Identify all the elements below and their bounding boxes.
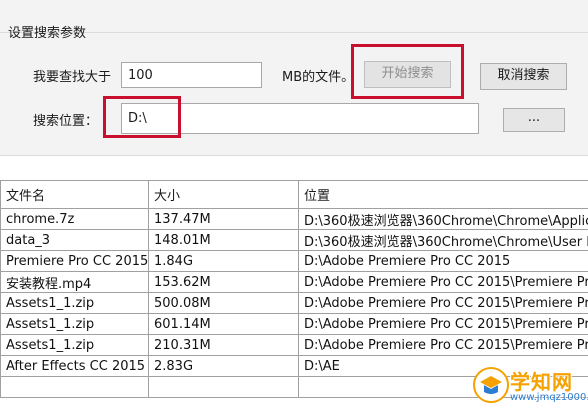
table-row[interactable]: Assets1_1.zip 500.08M D:\Adobe Premiere … xyxy=(0,292,588,314)
cell-location xyxy=(298,376,588,398)
cell-size xyxy=(148,376,299,398)
table-row[interactable]: Assets1_1.zip 601.14M D:\Adobe Premiere … xyxy=(0,313,588,335)
cell-location: D:\AE xyxy=(298,355,588,377)
cell-size: 500.08M xyxy=(148,292,299,314)
cell-location: D:\360极速浏览器\360Chrome\Chrome\Application xyxy=(298,208,588,230)
cell-location: D:\Adobe Premiere Pro CC 2015\Premiere P… xyxy=(298,334,588,356)
cell-location: D:\Adobe Premiere Pro CC 2015 xyxy=(298,250,588,272)
cell-size: 210.31M xyxy=(148,334,299,356)
column-header-location[interactable]: 位置 xyxy=(298,180,588,209)
start-search-button[interactable]: 开始搜索 xyxy=(364,61,451,88)
table-row[interactable]: data_3 148.01M D:\360极速浏览器\360Chrome\Chr… xyxy=(0,229,588,251)
table-row[interactable]: After Effects CC 2015 2.83G D:\AE xyxy=(0,355,588,377)
column-header-filename[interactable]: 文件名 xyxy=(0,180,149,209)
cell-size: 601.14M xyxy=(148,313,299,335)
browse-button[interactable]: ... xyxy=(503,108,565,132)
cell-filename: Assets1_1.zip xyxy=(0,334,149,356)
cell-filename: Assets1_1.zip xyxy=(0,292,149,314)
table-row[interactable]: Premiere Pro CC 2015 1.84G D:\Adobe Prem… xyxy=(0,250,588,272)
table-row[interactable] xyxy=(0,376,588,398)
size-label: 我要查找大于 xyxy=(33,70,112,85)
search-params-group xyxy=(0,32,588,156)
cell-filename: 安装教程.mp4 xyxy=(0,271,149,293)
size-unit-label: MB的文件。 xyxy=(282,70,355,85)
search-settings-panel: 设置搜索参数 我要查找大于 MB的文件。 开始搜索 取消搜索 搜索位置： ... xyxy=(0,0,588,156)
table-header-row: 文件名 大小 位置 xyxy=(0,180,588,209)
table-row[interactable]: chrome.7z 137.47M D:\360极速浏览器\360Chrome\… xyxy=(0,208,588,230)
cell-size: 137.47M xyxy=(148,208,299,230)
cell-size: 1.84G xyxy=(148,250,299,272)
cell-filename: Assets1_1.zip xyxy=(0,313,149,335)
cell-location: D:\Adobe Premiere Pro CC 2015\Premiere P… xyxy=(298,313,588,335)
cell-size: 2.83G xyxy=(148,355,299,377)
cell-size: 148.01M xyxy=(148,229,299,251)
cancel-search-button[interactable]: 取消搜索 xyxy=(480,63,567,90)
cell-filename: chrome.7z xyxy=(0,208,149,230)
cell-filename: After Effects CC 2015 xyxy=(0,355,149,377)
location-label: 搜索位置： xyxy=(33,114,99,129)
cell-filename: data_3 xyxy=(0,229,149,251)
group-title: 设置搜索参数 xyxy=(8,26,87,41)
size-threshold-input[interactable] xyxy=(121,62,262,88)
column-header-size[interactable]: 大小 xyxy=(148,180,299,209)
cell-filename: Premiere Pro CC 2015 xyxy=(0,250,149,272)
cell-location: D:\Adobe Premiere Pro CC 2015\Premiere P… xyxy=(298,271,588,293)
cell-size: 153.62M xyxy=(148,271,299,293)
cell-location: D:\360极速浏览器\360Chrome\Chrome\User Data xyxy=(298,229,588,251)
cell-filename xyxy=(0,376,149,398)
search-location-input[interactable] xyxy=(121,103,479,134)
table-row[interactable]: 安装教程.mp4 153.62M D:\Adobe Premiere Pro C… xyxy=(0,271,588,293)
cell-location: D:\Adobe Premiere Pro CC 2015\Premiere P… xyxy=(298,292,588,314)
results-table: 文件名 大小 位置 chrome.7z 137.47M D:\360极速浏览器\… xyxy=(0,180,588,410)
table-row[interactable]: Assets1_1.zip 210.31M D:\Adobe Premiere … xyxy=(0,334,588,356)
